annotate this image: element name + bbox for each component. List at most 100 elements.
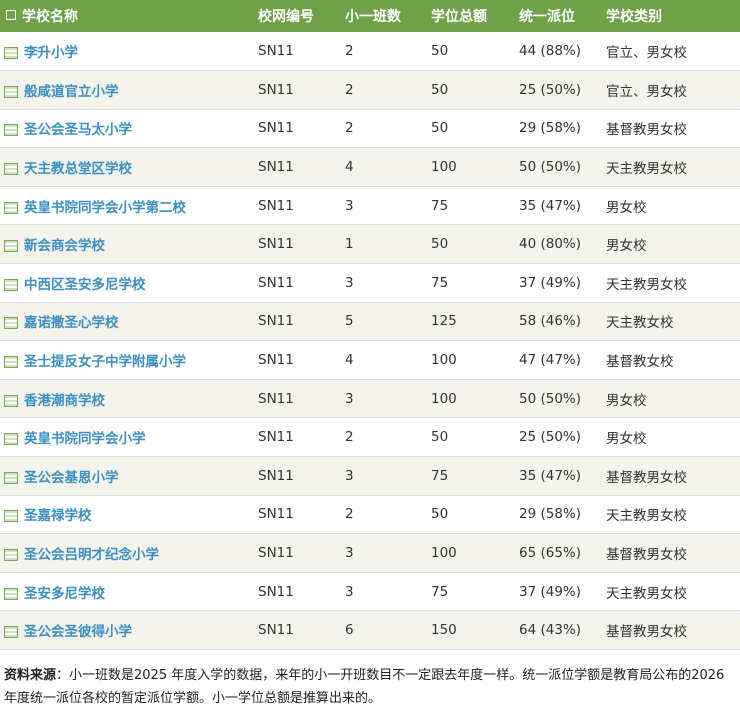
header-places[interactable]: 学位总额 bbox=[431, 0, 519, 32]
school-type-cell: 基督教男女校 bbox=[606, 624, 687, 641]
footnote-label: 资料来源 bbox=[4, 668, 57, 683]
header-school-name[interactable]: 学校名称 bbox=[0, 0, 258, 32]
school-list-icon bbox=[4, 278, 18, 291]
school-name-cell[interactable]: 中西区圣安多尼学校 bbox=[0, 264, 258, 303]
school-name-link[interactable]: 圣公会圣马太小学 bbox=[24, 122, 132, 138]
school-list-icon bbox=[4, 394, 18, 407]
net-number-cell: SN11 bbox=[258, 390, 294, 407]
school-name-cell[interactable]: 圣嘉禄学校 bbox=[0, 495, 258, 534]
classes-cell: 4 bbox=[345, 159, 354, 176]
net-number-cell: SN11 bbox=[258, 545, 294, 562]
school-list-icon bbox=[4, 587, 18, 600]
net-number-cell: SN11 bbox=[258, 506, 294, 523]
school-name-cell[interactable]: 圣安多尼学校 bbox=[0, 572, 258, 611]
school-type-cell: 官立、男女校 bbox=[606, 45, 687, 62]
school-name-cell[interactable]: 新会商会学校 bbox=[0, 225, 258, 264]
school-table: 学校名称 校网编号 小一班数 学位总额 统一派位 学校类别 李升小学 SN11 2 5… bbox=[0, 0, 740, 650]
school-list-icon bbox=[4, 163, 18, 176]
places-cell: 75 bbox=[431, 274, 449, 291]
allocation-cell: 29 (58%) bbox=[519, 120, 582, 137]
school-name-link[interactable]: 圣公会吕明才纪念小学 bbox=[24, 547, 159, 563]
school-name-cell[interactable]: 天主教总堂区学校 bbox=[0, 148, 258, 187]
places-cell: 100 bbox=[431, 545, 457, 562]
school-name-link[interactable]: 英皇书院同学会小学第二校 bbox=[24, 200, 186, 216]
school-name-link[interactable]: 圣嘉禄学校 bbox=[24, 508, 92, 524]
school-name-link[interactable]: 圣士提反女子中学附属小学 bbox=[24, 354, 186, 370]
allocation-cell: 50 (50%) bbox=[519, 159, 582, 176]
school-name-cell[interactable]: 圣公会基恩小学 bbox=[0, 457, 258, 496]
table-row: 天主教总堂区学校 SN11 4 100 50 (50%) 天主教男女校 bbox=[0, 147, 740, 187]
school-name-cell[interactable]: 香港潮商学校 bbox=[0, 379, 258, 418]
school-name-link[interactable]: 嘉诺撒圣心学校 bbox=[24, 315, 119, 331]
header-classes[interactable]: 小一班数 bbox=[345, 0, 431, 32]
places-cell: 50 bbox=[431, 81, 449, 98]
checkbox-icon[interactable] bbox=[6, 10, 16, 20]
school-name-link[interactable]: 天主教总堂区学校 bbox=[24, 161, 132, 177]
school-type-cell: 天主教男女校 bbox=[606, 276, 687, 293]
places-cell: 50 bbox=[431, 506, 449, 523]
classes-cell: 2 bbox=[345, 81, 354, 98]
school-name-link[interactable]: 圣公会圣彼得小学 bbox=[24, 624, 132, 640]
school-list-icon bbox=[4, 124, 18, 137]
places-cell: 75 bbox=[431, 197, 449, 214]
allocation-cell: 37 (49%) bbox=[519, 583, 582, 600]
allocation-cell: 25 (50%) bbox=[519, 429, 582, 446]
classes-cell: 6 bbox=[345, 622, 354, 639]
classes-cell: 2 bbox=[345, 429, 354, 446]
school-name-link[interactable]: 般咸道官立小学 bbox=[24, 84, 119, 100]
school-name-link[interactable]: 圣公会基恩小学 bbox=[24, 470, 119, 486]
net-number-cell: SN11 bbox=[258, 81, 294, 98]
header-school-type[interactable]: 学校类别 bbox=[606, 0, 740, 32]
school-name-cell[interactable]: 圣公会圣彼得小学 bbox=[0, 611, 258, 650]
places-cell: 50 bbox=[431, 236, 449, 253]
classes-cell: 2 bbox=[345, 120, 354, 137]
school-name-link[interactable]: 李升小学 bbox=[24, 45, 78, 61]
net-number-cell: SN11 bbox=[258, 236, 294, 253]
school-name-link[interactable]: 香港潮商学校 bbox=[24, 393, 105, 409]
allocation-cell: 44 (88%) bbox=[519, 43, 582, 60]
school-name-cell[interactable]: 圣公会吕明才纪念小学 bbox=[0, 534, 258, 573]
allocation-cell: 37 (49%) bbox=[519, 274, 582, 291]
school-type-cell: 男女校 bbox=[606, 199, 647, 216]
net-number-cell: SN11 bbox=[258, 197, 294, 214]
net-number-cell: SN11 bbox=[258, 622, 294, 639]
places-cell: 75 bbox=[431, 583, 449, 600]
table-row: 英皇书院同学会小学第二校 SN11 3 75 35 (47%) 男女校 bbox=[0, 186, 740, 225]
classes-cell: 3 bbox=[345, 274, 354, 291]
allocation-cell: 40 (80%) bbox=[519, 236, 582, 253]
school-name-cell[interactable]: 李升小学 bbox=[0, 32, 258, 71]
allocation-cell: 35 (47%) bbox=[519, 467, 582, 484]
school-type-cell: 基督教男女校 bbox=[606, 122, 687, 139]
classes-cell: 3 bbox=[345, 545, 354, 562]
school-type-cell: 基督教男女校 bbox=[606, 469, 687, 486]
allocation-cell: 50 (50%) bbox=[519, 390, 582, 407]
school-name-cell[interactable]: 英皇书院同学会小学第二校 bbox=[0, 186, 258, 225]
school-name-cell[interactable]: 英皇书院同学会小学 bbox=[0, 418, 258, 457]
school-type-cell: 基督教男女校 bbox=[606, 547, 687, 564]
net-number-cell: SN11 bbox=[258, 352, 294, 369]
school-list-icon bbox=[4, 626, 18, 639]
school-name-link[interactable]: 圣安多尼学校 bbox=[24, 586, 105, 602]
net-number-cell: SN11 bbox=[258, 313, 294, 330]
table-row: 般咸道官立小学 SN11 2 50 25 (50%) 官立、男女校 bbox=[0, 70, 740, 110]
allocation-cell: 25 (50%) bbox=[519, 81, 582, 98]
table-row: 圣公会吕明才纪念小学 SN11 3 100 65 (65%) 基督教男女校 bbox=[0, 533, 740, 573]
school-type-cell: 男女校 bbox=[606, 238, 647, 255]
header-net-number[interactable]: 校网编号 bbox=[258, 0, 345, 32]
school-name-link[interactable]: 新会商会学校 bbox=[24, 238, 105, 254]
classes-cell: 3 bbox=[345, 197, 354, 214]
school-type-cell: 天主教男女校 bbox=[606, 585, 687, 602]
school-name-cell[interactable]: 般咸道官立小学 bbox=[0, 71, 258, 110]
school-name-cell[interactable]: 嘉诺撒圣心学校 bbox=[0, 302, 258, 341]
school-type-cell: 天主教女校 bbox=[606, 315, 674, 332]
school-name-cell[interactable]: 圣士提反女子中学附属小学 bbox=[0, 341, 258, 380]
school-name-cell[interactable]: 圣公会圣马太小学 bbox=[0, 109, 258, 148]
table-row: 新会商会学校 SN11 1 50 40 (80%) 男女校 bbox=[0, 224, 740, 264]
school-name-link[interactable]: 中西区圣安多尼学校 bbox=[24, 277, 146, 293]
places-cell: 100 bbox=[431, 352, 457, 369]
places-cell: 50 bbox=[431, 429, 449, 446]
school-list-icon bbox=[4, 47, 18, 60]
school-name-link[interactable]: 英皇书院同学会小学 bbox=[24, 431, 146, 447]
table-row: 圣嘉禄学校 SN11 2 50 29 (58%) 天主教男女校 bbox=[0, 495, 740, 534]
header-allocation[interactable]: 统一派位 bbox=[519, 0, 606, 32]
